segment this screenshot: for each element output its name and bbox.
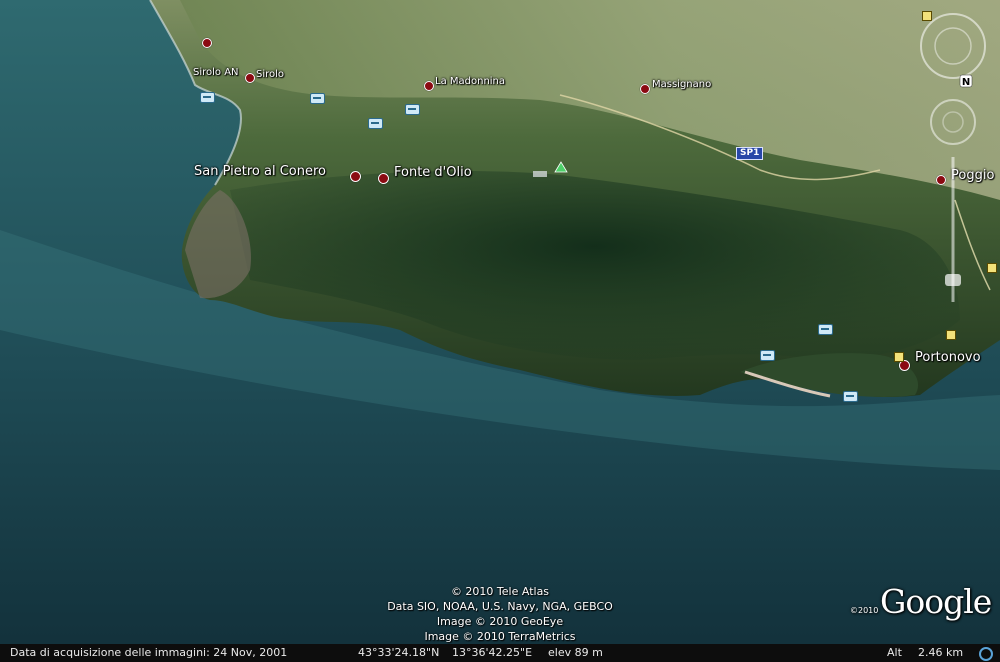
elevation-readout: elev 89 m — [548, 646, 603, 659]
credit-line: Image © 2010 TerraMetrics — [424, 630, 576, 643]
label-portonovo[interactable]: Portonovo — [915, 350, 981, 365]
poi-square-icon[interactable] — [946, 330, 956, 340]
pin-san-pietro[interactable] — [350, 171, 361, 182]
credit-line: © 2010 Tele Atlas — [450, 585, 550, 598]
hotel-icon[interactable] — [405, 104, 420, 115]
streaming-indicator-icon — [979, 647, 993, 661]
summit-building — [533, 171, 547, 177]
pin-sirolo[interactable] — [245, 73, 255, 83]
pin-sirolo-an[interactable] — [202, 38, 212, 48]
hotel-icon[interactable] — [200, 92, 215, 103]
label-massignano[interactable]: Massignano — [652, 79, 711, 90]
pin-massignano[interactable] — [640, 84, 650, 94]
longitude-readout: 13°36'42.25"E — [452, 646, 533, 659]
label-san-pietro[interactable]: San Pietro al Conero — [194, 164, 326, 179]
hotel-icon[interactable] — [310, 93, 325, 104]
latitude-readout: 43°33'24.18"N — [358, 646, 440, 659]
hotel-icon[interactable] — [368, 118, 383, 129]
altitude-value: 2.46 km — [918, 646, 964, 659]
hotel-icon[interactable] — [843, 391, 858, 402]
logo-year: ©2010 — [850, 606, 879, 615]
label-sirolo-an[interactable]: Sirolo AN — [193, 67, 239, 78]
pin-fonte-olio[interactable] — [378, 173, 389, 184]
navigation-controls[interactable]: N — [912, 12, 994, 312]
hotel-icon[interactable] — [818, 324, 833, 335]
altitude-label: Alt — [887, 646, 902, 659]
compass-north-icon[interactable]: N — [962, 77, 970, 88]
compass-ring[interactable] — [920, 13, 986, 88]
pin-la-madonnina[interactable] — [424, 81, 434, 91]
road-shield-sp1: SP1 — [736, 147, 764, 160]
zoom-slider[interactable] — [945, 157, 961, 302]
label-sirolo[interactable]: Sirolo — [256, 69, 284, 80]
status-bar: Data di acquisizione delle immagini: 24 … — [0, 644, 1000, 662]
label-fonte-olio[interactable]: Fonte d'Olio — [394, 165, 472, 180]
hotel-icon[interactable] — [760, 350, 775, 361]
look-joystick[interactable] — [930, 99, 976, 145]
label-la-madonnina[interactable]: La Madonnina — [435, 76, 505, 87]
satellite-map[interactable] — [0, 0, 1000, 662]
imagery-date: Data di acquisizione delle immagini: 24 … — [10, 646, 288, 659]
poi-square-icon[interactable] — [894, 352, 904, 362]
credit-line: Image © 2010 GeoEye — [436, 615, 564, 628]
logo-word: Google — [880, 582, 992, 621]
